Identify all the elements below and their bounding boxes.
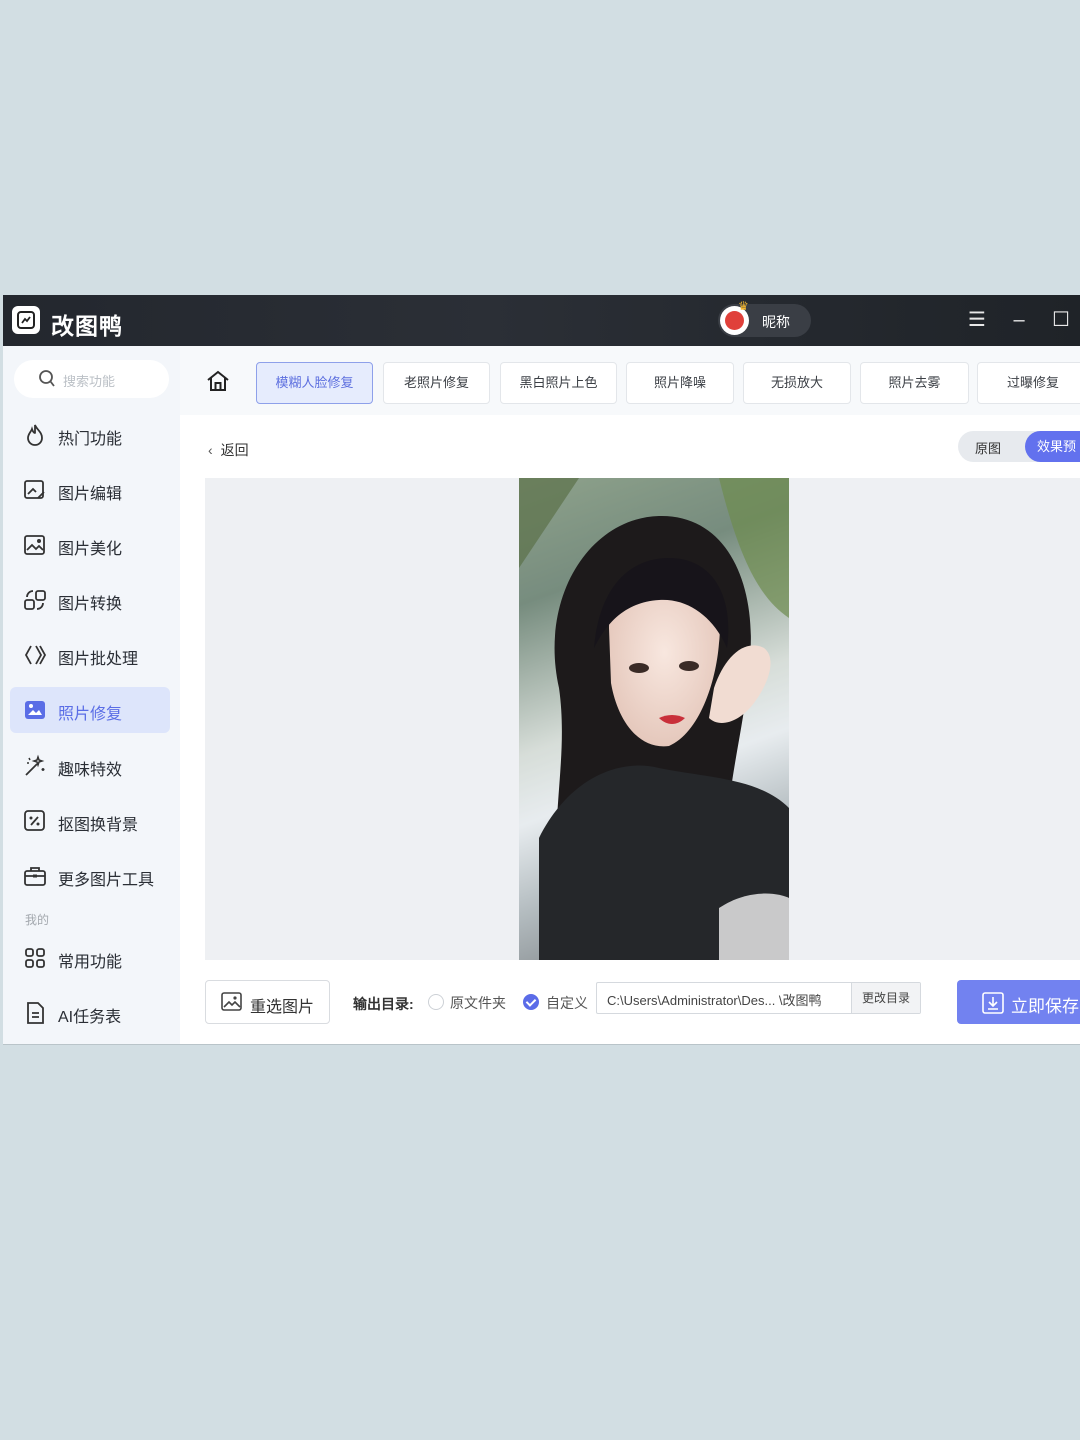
save-now-button[interactable]: 立即保存 — [957, 980, 1080, 1024]
document-icon — [27, 1002, 44, 1024]
sidebar-item-label: AI任务表 — [58, 1009, 122, 1026]
sidebar-item-label: 热门功能 — [58, 431, 123, 448]
image-icon — [221, 992, 242, 1011]
output-dir-label: 输出目录: — [353, 996, 414, 1012]
sidebar-item-ai-tasks[interactable]: AI任务表 — [10, 990, 170, 1036]
tab-dehaze[interactable]: 照片去雾 — [860, 362, 969, 404]
image-beautify-icon — [24, 535, 45, 555]
sidebar-item-cutout[interactable]: 抠图换背景 — [10, 798, 170, 844]
sidebar-item-photo-repair[interactable]: 照片修复 — [10, 687, 170, 733]
nickname: 昵称 — [762, 314, 790, 330]
tab-face-repair[interactable]: 模糊人脸修复 — [256, 362, 373, 404]
chevron-left-icon: ‹ — [208, 442, 213, 458]
tab-overexposure-repair[interactable]: 过曝修复 — [977, 362, 1080, 404]
minimize-icon[interactable]: – — [1006, 307, 1032, 333]
back-button[interactable]: ‹ 返回 — [208, 440, 249, 460]
sidebar-item-common[interactable]: 常用功能 — [10, 935, 170, 981]
title-bar: 改图鸭 ♛ 昵称 ☰ – ☐ — [3, 295, 1080, 346]
output-path-field[interactable]: C:\Users\Administrator\Des... \改图鸭 更改目录 — [596, 982, 921, 1014]
sidebar: 搜索功能 热门功能 图片编辑 图片美化 图片转换 图片批处理 照片修复 趣味特效… — [3, 346, 180, 1044]
search-input[interactable]: 搜索功能 — [14, 360, 169, 398]
change-dir-button[interactable]: 更改目录 — [851, 983, 920, 1013]
image-edit-icon — [24, 480, 45, 499]
sidebar-item-label: 趣味特效 — [58, 762, 123, 779]
section-mine-label: 我的 — [25, 913, 50, 927]
sidebar-item-hot[interactable]: 热门功能 — [10, 412, 170, 458]
back-label: 返回 — [220, 442, 249, 458]
radio-original-label: 原文件夹 — [450, 995, 506, 1011]
sidebar-item-image-edit[interactable]: 图片编辑 — [10, 467, 170, 513]
radio-custom-label: 自定义 — [546, 995, 588, 1011]
reselect-image-button[interactable]: 重选图片 — [205, 980, 330, 1024]
photo-repair-icon — [25, 701, 45, 719]
download-icon — [982, 992, 1004, 1014]
preview-photo — [519, 478, 789, 960]
tab-upscale[interactable]: 无损放大 — [743, 362, 851, 404]
save-label: 立即保存 — [1011, 997, 1079, 1016]
sidebar-item-batch[interactable]: 图片批处理 — [10, 632, 170, 678]
tab-denoise[interactable]: 照片降噪 — [626, 362, 734, 404]
sidebar-item-label: 图片编辑 — [58, 486, 123, 503]
app-logo-icon — [12, 306, 40, 334]
app-name: 改图鸭 — [51, 313, 123, 339]
output-path: C:\Users\Administrator\Des... \改图鸭 — [607, 993, 822, 1008]
sidebar-item-label: 抠图换背景 — [58, 817, 139, 834]
sidebar-item-label: 常用功能 — [58, 954, 123, 971]
radio-original-folder[interactable] — [428, 994, 444, 1010]
grid-icon — [25, 948, 45, 968]
home-icon[interactable] — [206, 370, 230, 392]
search-placeholder: 搜索功能 — [63, 374, 116, 389]
user-account[interactable]: ♛ 昵称 — [718, 299, 811, 337]
tab-colorize[interactable]: 黑白照片上色 — [500, 362, 617, 404]
sidebar-item-more-tools[interactable]: 更多图片工具 — [10, 853, 170, 899]
convert-icon — [24, 590, 46, 610]
toggle-effect-preview[interactable]: 效果预 — [1025, 431, 1080, 462]
main-content: ‹ 返回 原图 效果预 重选图片 输出目录: 原文件夹 自定义 C:\Users… — [180, 415, 1080, 1044]
batch-icon — [24, 645, 47, 665]
sidebar-item-image-convert[interactable]: 图片转换 — [10, 577, 170, 623]
flame-icon — [27, 424, 43, 446]
sidebar-item-label: 照片修复 — [58, 706, 123, 723]
magic-wand-icon — [25, 754, 45, 776]
sidebar-item-label: 图片转换 — [58, 596, 123, 613]
sidebar-item-image-beautify[interactable]: 图片美化 — [10, 522, 170, 568]
toolbox-icon — [24, 867, 46, 886]
tool-tabs-bar: 模糊人脸修复 老照片修复 黑白照片上色 照片降噪 无损放大 照片去雾 过曝修复 — [180, 346, 1080, 415]
view-toggle: 原图 效果预 — [958, 431, 1080, 462]
maximize-icon[interactable]: ☐ — [1048, 307, 1074, 333]
menu-icon[interactable]: ☰ — [964, 307, 990, 333]
tab-old-photo-repair[interactable]: 老照片修复 — [383, 362, 490, 404]
avatar: ♛ — [720, 299, 749, 335]
reselect-label: 重选图片 — [250, 999, 315, 1016]
sidebar-item-label: 图片美化 — [58, 541, 123, 558]
radio-custom[interactable] — [523, 994, 539, 1010]
cutout-icon — [24, 810, 45, 831]
search-icon — [39, 370, 55, 387]
preview-area — [205, 478, 1080, 960]
sidebar-item-label: 图片批处理 — [58, 651, 139, 668]
sidebar-item-fun-effects[interactable]: 趣味特效 — [10, 743, 170, 789]
sidebar-item-label: 更多图片工具 — [58, 872, 155, 889]
toggle-original[interactable]: 原图 — [975, 438, 1001, 457]
app-window: 改图鸭 ♛ 昵称 ☰ – ☐ 搜索功能 热门功能 图片编辑 图片美化 图片转换 — [3, 295, 1080, 1045]
